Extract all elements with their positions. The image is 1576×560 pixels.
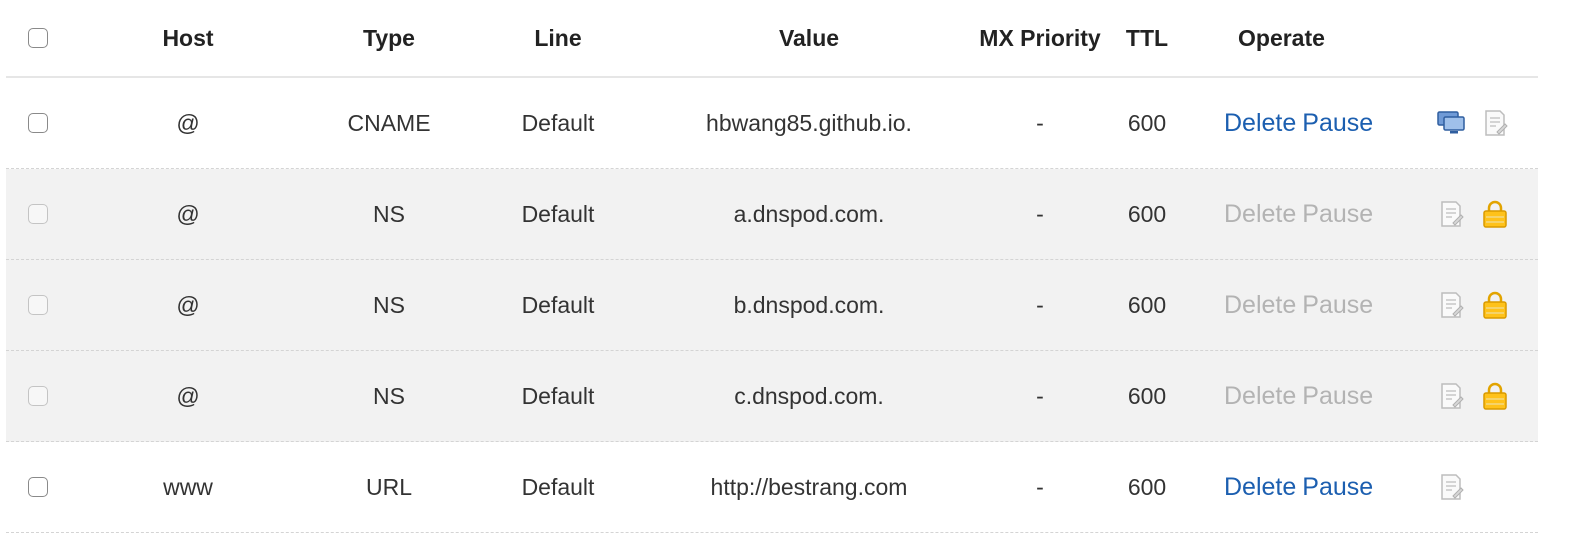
header-value[interactable]: Value xyxy=(666,0,952,76)
operate-cell: Delete Pause xyxy=(1216,442,1384,532)
value-cell: a.dnspod.com. xyxy=(733,200,885,227)
select-all-cell xyxy=(20,0,56,76)
row-checkbox[interactable] xyxy=(28,113,48,133)
pause-link[interactable]: Pause xyxy=(1302,109,1373,138)
note-icon[interactable] xyxy=(1436,199,1466,229)
row-checkbox xyxy=(28,204,48,224)
lock-icon xyxy=(1480,290,1510,320)
row-checkbox xyxy=(28,295,48,315)
ttl-cell: 600 xyxy=(1127,382,1167,409)
delete-link: Delete xyxy=(1224,381,1297,410)
row-icons xyxy=(1436,260,1538,350)
row-icons xyxy=(1436,169,1538,259)
type-cell: NS xyxy=(373,382,405,409)
row-icons xyxy=(1436,442,1538,532)
host-cell: @ xyxy=(176,382,200,409)
value-cell: http://bestrang.com xyxy=(710,473,908,500)
mx-priority-cell: - xyxy=(1036,109,1044,136)
ttl-cell: 600 xyxy=(1127,473,1167,500)
note-icon[interactable] xyxy=(1480,108,1510,138)
operate-cell: Delete Pause xyxy=(1216,260,1384,350)
header-host[interactable]: Host xyxy=(126,0,250,76)
host-cell: www xyxy=(163,473,213,500)
table-row: @ NS Default a.dnspod.com. - 600 Delete … xyxy=(6,169,1538,260)
header-type[interactable]: Type xyxy=(326,0,452,76)
value-cell: b.dnspod.com. xyxy=(733,291,885,318)
mx-priority-cell: - xyxy=(1036,382,1044,409)
pause-link: Pause xyxy=(1302,381,1374,410)
monitor-icon[interactable] xyxy=(1436,108,1466,138)
header-line[interactable]: Line xyxy=(488,0,628,76)
header-operate: Operate xyxy=(1238,24,1325,51)
table-row: @ NS Default c.dnspod.com. - 600 Delete … xyxy=(6,351,1538,442)
line-cell: Default xyxy=(521,291,595,318)
value-cell: c.dnspod.com. xyxy=(734,382,884,409)
type-cell: URL xyxy=(365,473,412,500)
row-select-cell xyxy=(20,78,56,168)
row-checkbox[interactable] xyxy=(28,477,48,497)
table-row: www URL Default http://bestrang.com - 60… xyxy=(6,442,1538,533)
type-cell: NS xyxy=(373,200,405,227)
type-cell: CNAME xyxy=(347,109,431,136)
operate-cell: Delete Pause xyxy=(1216,169,1384,259)
operate-cell: Delete Pause xyxy=(1216,351,1384,441)
host-cell: @ xyxy=(176,200,200,227)
ttl-cell: 600 xyxy=(1127,200,1167,227)
row-select-cell xyxy=(20,442,56,532)
row-icons xyxy=(1436,351,1538,441)
table-row: @ NS Default b.dnspod.com. - 600 Delete … xyxy=(6,260,1538,351)
mx-priority-cell: - xyxy=(1036,200,1044,227)
row-select-cell xyxy=(20,260,56,350)
table-body: @ CNAME Default hbwang85.github.io. - 60… xyxy=(6,78,1538,533)
row-icons xyxy=(1436,78,1538,168)
header-mx-priority[interactable]: MX Priority xyxy=(966,0,1114,76)
table-row: @ CNAME Default hbwang85.github.io. - 60… xyxy=(6,78,1538,169)
line-cell: Default xyxy=(521,473,595,500)
ttl-cell: 600 xyxy=(1127,109,1167,136)
table-header: Host Type Line Value MX Priority TTL Ope… xyxy=(6,0,1538,78)
mx-priority-cell: - xyxy=(1036,473,1044,500)
host-cell: @ xyxy=(176,291,200,318)
pause-link: Pause xyxy=(1302,199,1374,228)
type-cell: NS xyxy=(373,291,405,318)
row-select-cell xyxy=(20,351,56,441)
value-cell: hbwang85.github.io. xyxy=(706,109,912,136)
note-icon[interactable] xyxy=(1436,290,1466,320)
note-icon[interactable] xyxy=(1436,472,1466,502)
row-select-cell xyxy=(20,169,56,259)
row-checkbox xyxy=(28,386,48,406)
header-ttl[interactable]: TTL xyxy=(1114,0,1180,76)
operate-cell: Delete Pause xyxy=(1216,78,1384,168)
line-cell: Default xyxy=(521,200,595,227)
note-icon[interactable] xyxy=(1436,381,1466,411)
delete-link: Delete xyxy=(1224,290,1297,319)
line-cell: Default xyxy=(521,109,595,136)
pause-link: Pause xyxy=(1302,290,1374,319)
ttl-cell: 600 xyxy=(1127,291,1167,318)
delete-link[interactable]: Delete xyxy=(1224,473,1296,502)
dns-records-table: Host Type Line Value MX Priority TTL Ope… xyxy=(6,0,1538,533)
pause-link[interactable]: Pause xyxy=(1302,473,1373,502)
select-all-checkbox[interactable] xyxy=(28,28,48,48)
mx-priority-cell: - xyxy=(1036,291,1044,318)
delete-link: Delete xyxy=(1224,199,1297,228)
delete-link[interactable]: Delete xyxy=(1224,109,1296,138)
lock-icon xyxy=(1480,381,1510,411)
host-cell: @ xyxy=(176,109,200,136)
lock-icon xyxy=(1480,199,1510,229)
line-cell: Default xyxy=(521,382,595,409)
